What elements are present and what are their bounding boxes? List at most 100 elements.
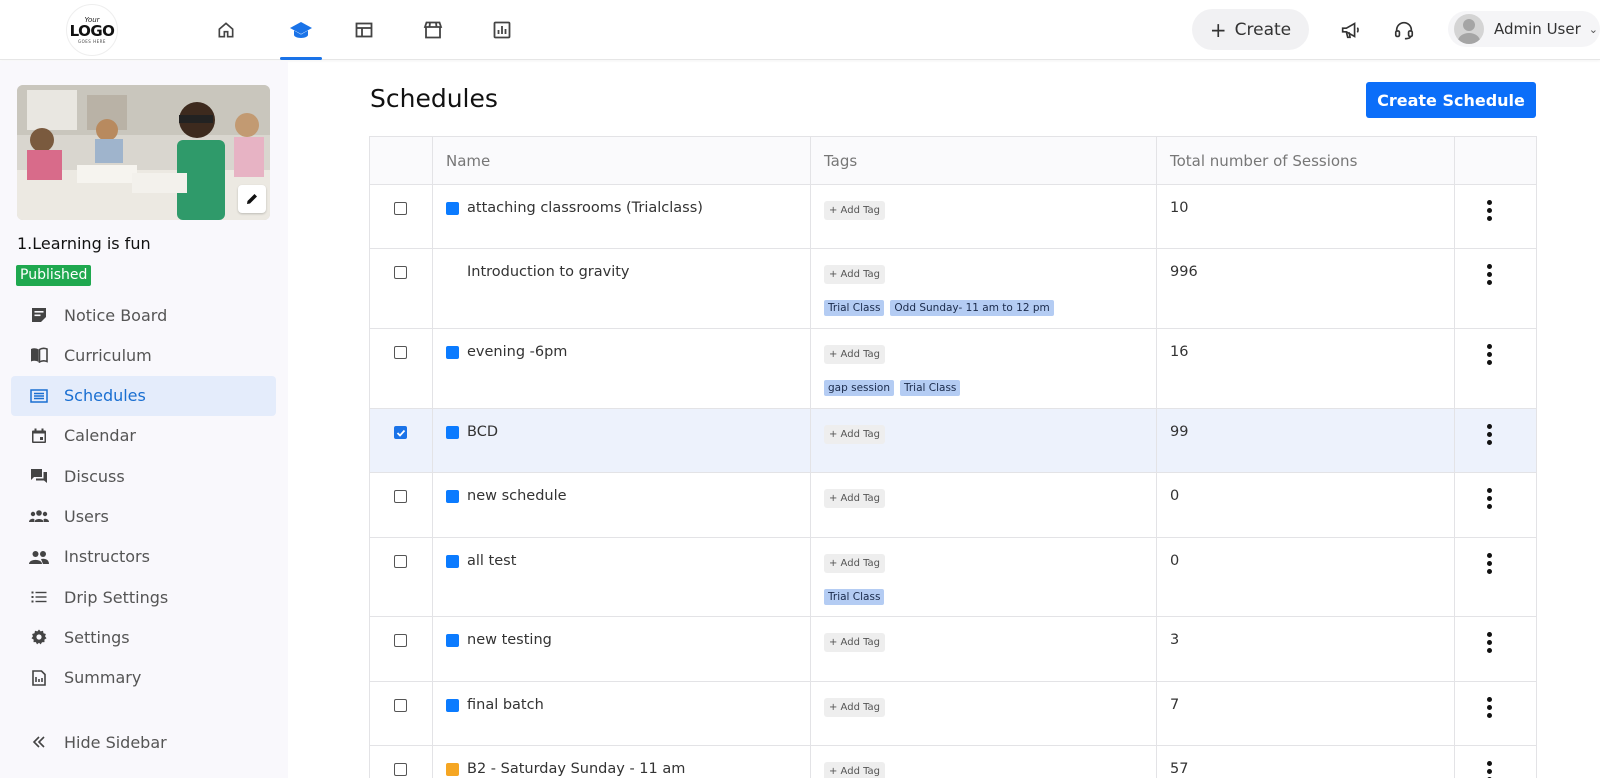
actions-cell <box>1455 746 1537 778</box>
table-row[interactable]: B2 - Saturday Sunday - 11 am + Add Tag 57 <box>370 746 1537 778</box>
schedule-name-link[interactable]: attaching classrooms (Trialclass) <box>446 200 703 216</box>
more-vertical-icon[interactable] <box>1485 488 1493 509</box>
brand-logo[interactable]: Your LOGO GOES HERE <box>66 4 118 56</box>
support-headset-icon[interactable] <box>1392 18 1416 42</box>
tag-chip[interactable]: Trial Class <box>899 380 961 396</box>
tags-cell: + Add Tag gap session Trial Class <box>811 329 1157 408</box>
megaphone-icon[interactable] <box>1338 18 1362 42</box>
row-checkbox[interactable] <box>394 426 407 439</box>
more-vertical-icon[interactable] <box>1485 632 1493 653</box>
row-checkbox[interactable] <box>394 346 407 359</box>
nav-active-indicator <box>280 57 322 60</box>
sidebar-item-schedules[interactable]: Schedules <box>11 375 276 416</box>
more-vertical-icon[interactable] <box>1485 553 1493 574</box>
row-checkbox[interactable] <box>394 490 407 503</box>
schedule-name-link[interactable]: new testing <box>446 632 552 648</box>
sidebar-menu: Notice Board Curriculum Schedules Calend… <box>11 295 276 698</box>
add-tag-button[interactable]: + Add Tag <box>824 489 886 508</box>
book-open-icon <box>29 345 49 365</box>
add-tag-button[interactable]: + Add Tag <box>824 201 886 220</box>
tag-chip[interactable]: Odd Sunday- 11 am to 12 pm <box>890 300 1054 316</box>
column-header-name[interactable]: Name <box>433 137 811 184</box>
sidebar-item-instructors[interactable]: Instructors <box>11 537 276 577</box>
create-schedule-button[interactable]: Create Schedule <box>1366 82 1536 118</box>
schedule-name-link[interactable]: BCD <box>446 424 498 440</box>
add-tag-button[interactable]: + Add Tag <box>824 762 886 778</box>
edit-course-image-button[interactable] <box>238 185 266 213</box>
sidebar-item-settings[interactable]: Settings <box>11 617 276 657</box>
create-button[interactable]: + Create <box>1192 9 1309 50</box>
row-checkbox[interactable] <box>394 699 407 712</box>
sidebar-item-label: Discuss <box>64 466 125 486</box>
table-row[interactable]: Introduction to gravity + Add Tag Trial Cl… <box>370 249 1537 329</box>
more-vertical-icon[interactable] <box>1485 200 1493 221</box>
sidebar-item-discuss[interactable]: Discuss <box>11 456 276 496</box>
row-checkbox[interactable] <box>394 763 407 776</box>
schedule-name-link[interactable]: evening -6pm <box>446 344 567 360</box>
row-checkbox[interactable] <box>394 266 407 279</box>
session-count: 0 <box>1170 553 1180 569</box>
add-tag-button[interactable]: + Add Tag <box>824 698 886 717</box>
schedule-color-swatch <box>446 201 459 215</box>
add-tag-button[interactable]: + Add Tag <box>824 425 886 444</box>
more-vertical-icon[interactable] <box>1485 344 1493 365</box>
row-checkbox[interactable] <box>394 634 407 647</box>
schedule-name-link[interactable]: all test <box>446 553 516 569</box>
graduation-cap-icon[interactable] <box>287 16 315 44</box>
add-tag-button[interactable]: + Add Tag <box>824 345 886 364</box>
schedule-name-link[interactable]: final batch <box>446 697 544 713</box>
column-header-actions <box>1455 137 1537 184</box>
tag-chip[interactable]: Trial Class <box>824 300 885 316</box>
sessions-cell: 7 <box>1157 682 1455 745</box>
session-count: 996 <box>1170 264 1198 280</box>
table-row[interactable]: BCD + Add Tag 99 <box>370 409 1537 473</box>
tags-cell: + Add Tag <box>811 185 1157 248</box>
session-count: 7 <box>1170 697 1180 713</box>
table-row[interactable]: final batch + Add Tag 7 <box>370 682 1537 746</box>
row-checkbox[interactable] <box>394 202 407 215</box>
table-row[interactable]: attaching classrooms (Trialclass) + Add T… <box>370 185 1537 249</box>
schedule-name-link[interactable]: B2 - Saturday Sunday - 11 am <box>446 761 685 777</box>
sidebar-item-users[interactable]: Users <box>11 496 276 536</box>
row-checkbox[interactable] <box>394 555 407 568</box>
column-header-sessions[interactable]: Total number of Sessions <box>1157 137 1455 184</box>
user-name: Admin User <box>1494 20 1581 38</box>
table-row[interactable]: new testing + Add Tag 3 <box>370 617 1537 682</box>
add-tag-button[interactable]: + Add Tag <box>824 633 886 652</box>
tag-list: Trial Class <box>824 589 885 605</box>
dashboard-layout-icon[interactable] <box>350 16 378 44</box>
course-cover-image <box>17 85 270 220</box>
schedule-color-swatch <box>446 266 459 279</box>
home-icon[interactable] <box>212 16 240 44</box>
more-vertical-icon[interactable] <box>1485 424 1493 445</box>
sidebar-item-drip-settings[interactable]: Drip Settings <box>11 577 276 617</box>
select-cell <box>370 682 433 745</box>
table-row[interactable]: new schedule + Add Tag 0 <box>370 473 1537 538</box>
avatar <box>1454 14 1484 44</box>
user-menu[interactable]: Admin User ⌄ <box>1448 11 1600 47</box>
sidebar-item-notice-board[interactable]: Notice Board <box>11 295 276 335</box>
hide-sidebar-button[interactable]: Hide Sidebar <box>11 722 276 762</box>
store-icon[interactable] <box>419 16 447 44</box>
sidebar-item-curriculum[interactable]: Curriculum <box>11 335 276 375</box>
sidebar-item-calendar[interactable]: Calendar <box>11 416 276 456</box>
tag-chip[interactable]: Trial Class <box>824 589 885 605</box>
schedule-name-link[interactable]: new schedule <box>446 488 567 504</box>
reports-chart-icon[interactable] <box>488 16 516 44</box>
tags-cell: + Add Tag Trial Class Odd Sunday- 11 am to… <box>811 249 1157 328</box>
session-count: 16 <box>1170 344 1189 360</box>
more-vertical-icon[interactable] <box>1485 264 1493 285</box>
more-vertical-icon[interactable] <box>1485 697 1493 718</box>
sidebar-item-summary[interactable]: Summary <box>11 658 276 698</box>
column-header-tags[interactable]: Tags <box>811 137 1157 184</box>
name-cell: Introduction to gravity <box>433 249 811 328</box>
table-header-row: Name Tags Total number of Sessions <box>370 137 1537 185</box>
checkmark-icon <box>396 429 405 437</box>
add-tag-button[interactable]: + Add Tag <box>824 554 886 573</box>
table-row[interactable]: all test + Add Tag Trial Class 0 <box>370 538 1537 617</box>
tag-chip[interactable]: gap session <box>824 380 894 396</box>
add-tag-button[interactable]: + Add Tag <box>824 265 886 284</box>
schedule-name-link[interactable]: Introduction to gravity <box>446 264 630 280</box>
table-row[interactable]: evening -6pm + Add Tag gap session Trial Cl… <box>370 329 1537 409</box>
more-vertical-icon[interactable] <box>1485 761 1493 778</box>
